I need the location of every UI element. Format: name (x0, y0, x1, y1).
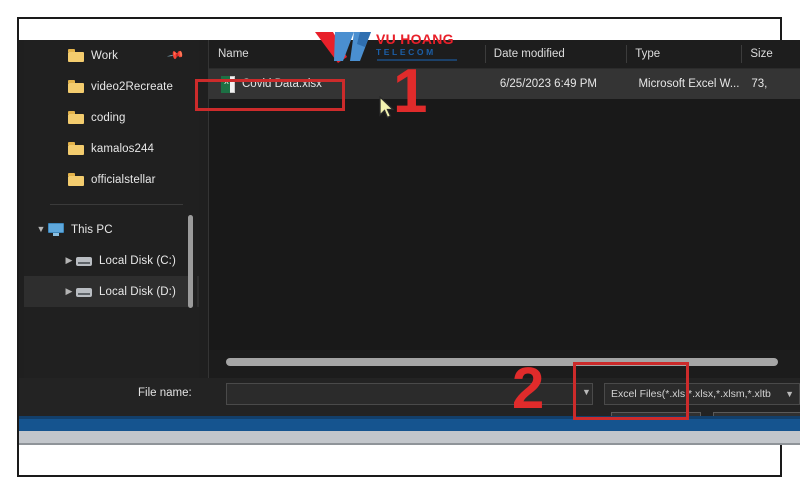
chevron-down-icon[interactable]: ▼ (780, 389, 799, 399)
sidebar-item-label: kamalos244 (91, 142, 155, 155)
chevron-down-icon[interactable]: ▼ (34, 225, 48, 234)
computer-icon (48, 223, 64, 236)
sidebar-item-work[interactable]: Work 📌 (24, 40, 199, 71)
covid-data-file-row[interactable]: Covid Data.xlsx 6/25/2023 6:49 PM Micros… (209, 69, 800, 99)
drive-icon (76, 255, 92, 267)
file-list-pane[interactable]: Name Date modified Type Size Covid Data.… (209, 40, 800, 378)
file-date-cell: 6/25/2023 6:49 PM (499, 78, 597, 90)
file-size-cell: 73, (751, 78, 768, 90)
excel-file-icon (221, 75, 235, 93)
file-list-empty-area[interactable] (209, 99, 800, 350)
sidebar-item-label: video2Recreate (91, 80, 173, 93)
folder-icon (68, 111, 84, 124)
file-name-dropdown-icon[interactable]: ▼ (582, 387, 591, 397)
file-name-input[interactable] (226, 383, 593, 405)
file-name-cell: Covid Data.xlsx (242, 78, 322, 90)
column-header-date-modified[interactable]: Date modified (484, 40, 626, 68)
window-bottom-line (19, 443, 800, 445)
sidebar-item-kamalos244[interactable]: kamalos244 (24, 133, 199, 164)
sidebar-item-local-disk-d[interactable]: ▶ Local Disk (D:) (24, 276, 199, 307)
chevron-right-icon[interactable]: ▶ (62, 287, 76, 296)
sidebar-item-local-disk-c[interactable]: ▶ Local Disk (C:) (24, 245, 199, 276)
screenshot-root: Work 📌 video2Recreate coding kamalos244 (0, 0, 800, 500)
sidebar-item-label: This PC (71, 223, 113, 236)
sidebar-item-video2recreate[interactable]: video2Recreate (24, 71, 199, 102)
folder-icon (68, 173, 84, 186)
sidebar-item-label: officialstellar (91, 173, 156, 186)
file-list-scrollbar-thumb[interactable] (226, 358, 778, 366)
file-type-filter-value: Excel Files(*.xls,*.xlsx,*.xlsm,*.xltb (611, 388, 771, 400)
nav-scrollbar-thumb[interactable] (188, 215, 193, 308)
file-type-filter-select[interactable]: Excel Files(*.xls,*.xlsx,*.xlsm,*.xltb ▼ (604, 383, 800, 405)
column-header-type[interactable]: Type (626, 40, 741, 68)
taskbar-accent-bar (19, 419, 800, 431)
pin-icon[interactable]: 📌 (167, 46, 186, 65)
column-header-size[interactable]: Size (741, 40, 800, 68)
folder-icon (68, 80, 84, 93)
sidebar-item-label: Local Disk (C:) (99, 254, 176, 267)
sidebar-item-coding[interactable]: coding (24, 102, 199, 133)
sidebar-item-this-pc[interactable]: ▼ This PC (24, 214, 199, 245)
sidebar-item-officialstellar[interactable]: officialstellar (24, 164, 199, 195)
sidebar-item-label: Work (91, 49, 119, 62)
navigation-pane[interactable]: Work 📌 video2Recreate coding kamalos244 (24, 40, 199, 378)
chevron-right-icon[interactable]: ▶ (62, 256, 76, 265)
sidebar-item-label: coding (91, 111, 126, 124)
file-open-dialog: Work 📌 video2Recreate coding kamalos244 (19, 40, 800, 419)
window-bottom-strip (19, 431, 800, 443)
file-name-label: File name: (138, 387, 192, 399)
sidebar-item-label: Local Disk (D:) (99, 285, 176, 298)
file-type-cell: Microsoft Excel W... (638, 78, 740, 90)
folder-icon (68, 49, 84, 62)
dialog-bottom-bar: File name: ▼ Excel Files(*.xls,*.xlsx,*.… (19, 378, 800, 419)
column-header-row: Name Date modified Type Size (209, 40, 800, 69)
nav-vertical-scrollbar[interactable] (188, 40, 197, 378)
drive-icon (76, 286, 92, 298)
column-header-name[interactable]: Name (209, 40, 485, 68)
sidebar-divider (50, 204, 183, 205)
folder-icon (68, 142, 84, 155)
